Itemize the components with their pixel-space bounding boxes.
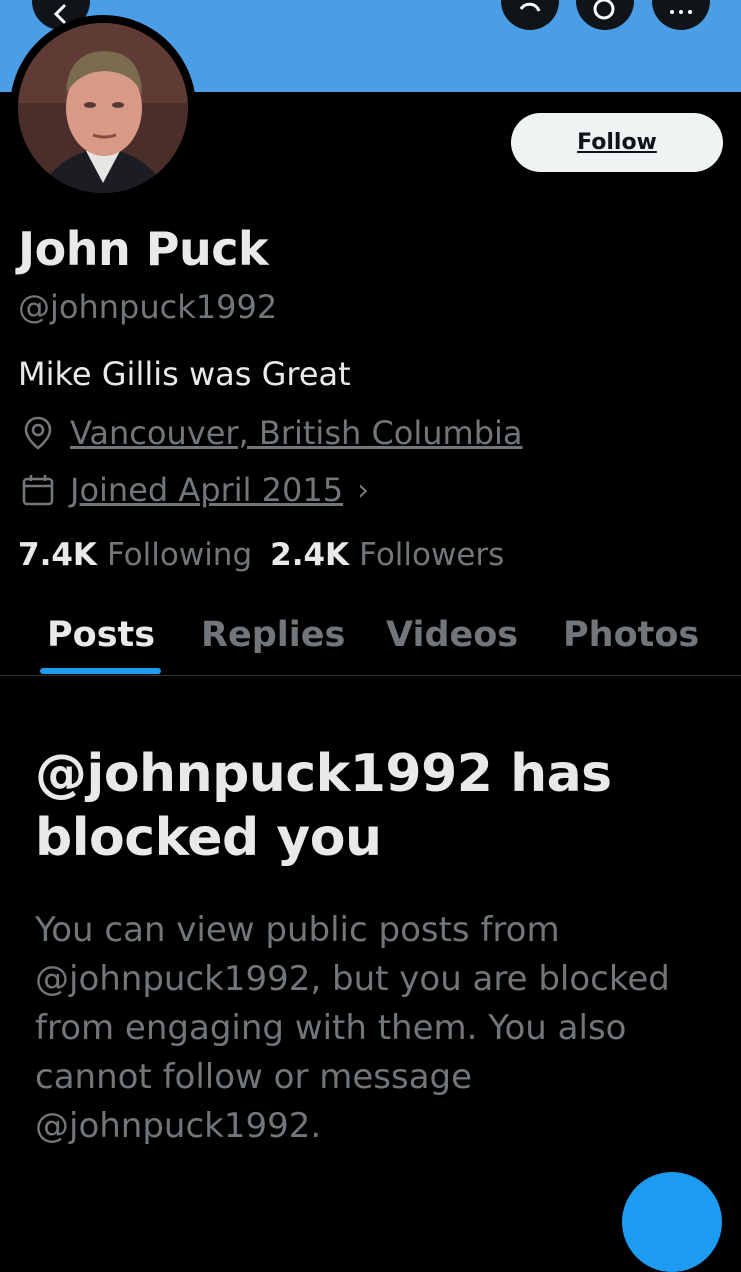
tab-videos[interactable]: Videos — [386, 615, 518, 655]
tabs-divider — [0, 675, 741, 676]
avatar-photo — [18, 23, 188, 193]
location-pin-icon — [24, 416, 52, 450]
profile-stats: 7.4K Following 2.4K Followers — [18, 537, 522, 573]
following-count[interactable]: 7.4K — [18, 537, 97, 573]
calendar-icon — [22, 475, 54, 506]
following-label[interactable]: Following — [107, 537, 252, 573]
follow-button[interactable]: Follow — [511, 113, 723, 172]
tab-posts[interactable]: Posts — [47, 615, 155, 655]
profile-bio: Mike Gillis was Great — [18, 355, 351, 393]
joined-row: Joined April 2015 › — [20, 471, 369, 509]
tab-replies[interactable]: Replies — [201, 615, 345, 655]
avatar-frame — [10, 15, 196, 201]
avatar[interactable] — [18, 23, 188, 193]
followers-count[interactable]: 2.4K — [270, 537, 349, 573]
search-icon — [593, 0, 615, 20]
chevron-right-icon: › — [357, 472, 370, 508]
more-icon — [670, 10, 692, 14]
followers-label[interactable]: Followers — [359, 537, 504, 573]
refresh-icon — [519, 2, 541, 12]
blocked-message: You can view public posts from @johnpuck… — [35, 910, 670, 1146]
profile-handle: @johnpuck1992 — [18, 288, 278, 326]
active-tab-indicator — [40, 668, 161, 674]
location-link[interactable]: Vancouver, British Columbia — [70, 414, 523, 452]
compose-button[interactable] — [622, 1172, 722, 1272]
profile-name: John Puck — [18, 222, 269, 276]
blocked-title: @johnpuck1992 has blocked you — [35, 744, 612, 868]
tab-photos[interactable]: Photos — [563, 615, 699, 655]
profile-tabs: Posts Replies Videos Photos — [0, 605, 741, 675]
joined-link[interactable]: Joined April 2015 — [70, 471, 343, 509]
location-row: Vancouver, British Columbia — [20, 414, 523, 452]
